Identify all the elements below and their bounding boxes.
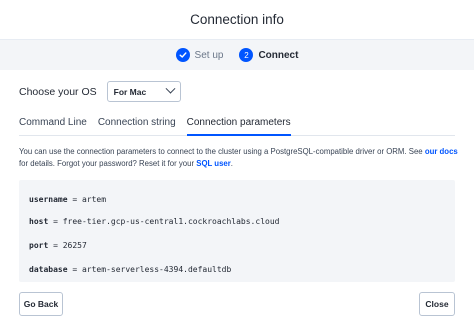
description-text: . <box>230 159 233 168</box>
step-setup: Set up <box>175 48 224 62</box>
param-port: port = 26257 <box>29 241 87 250</box>
param-username: username = artem <box>29 195 107 204</box>
description-text: You can use the connection parameters to… <box>19 147 425 156</box>
go-back-button[interactable]: Go Back <box>19 292 63 316</box>
stepper: Set up 2 Connect <box>0 40 474 70</box>
param-database: database = artem-serverless-4394.default… <box>29 265 232 274</box>
os-selected-value: For Mac <box>113 86 147 97</box>
description: You can use the connection parameters to… <box>19 146 459 170</box>
step-connect-label: Connect <box>258 49 299 61</box>
os-chooser: Choose your OS For Mac <box>19 81 181 102</box>
connection-tabs: Command Line Connection string Connectio… <box>19 113 455 136</box>
step-setup-label: Set up <box>194 49 224 61</box>
close-button[interactable]: Close <box>419 292 455 316</box>
connection-params-box: username = artem host = free-tier.gcp-us… <box>19 180 455 282</box>
param-host: host = free-tier.gcp-us-central1.cockroa… <box>29 217 280 226</box>
dialog-title: Connection info <box>0 0 474 40</box>
description-text: for details. Forgot your password? Reset… <box>19 159 197 168</box>
docs-link[interactable]: our docs <box>425 147 458 156</box>
chevron-down-icon <box>165 83 176 94</box>
step-number: 2 <box>239 48 254 62</box>
sql-user-link[interactable]: SQL user <box>196 159 231 168</box>
tab-connection-parameters[interactable]: Connection parameters <box>186 113 291 136</box>
os-select[interactable]: For Mac <box>106 81 181 102</box>
tab-command-line[interactable]: Command Line <box>19 113 87 136</box>
step-connect: 2 Connect <box>239 48 298 62</box>
os-label: Choose your OS <box>19 85 97 98</box>
check-icon <box>175 48 190 62</box>
tab-connection-string[interactable]: Connection string <box>98 113 176 136</box>
